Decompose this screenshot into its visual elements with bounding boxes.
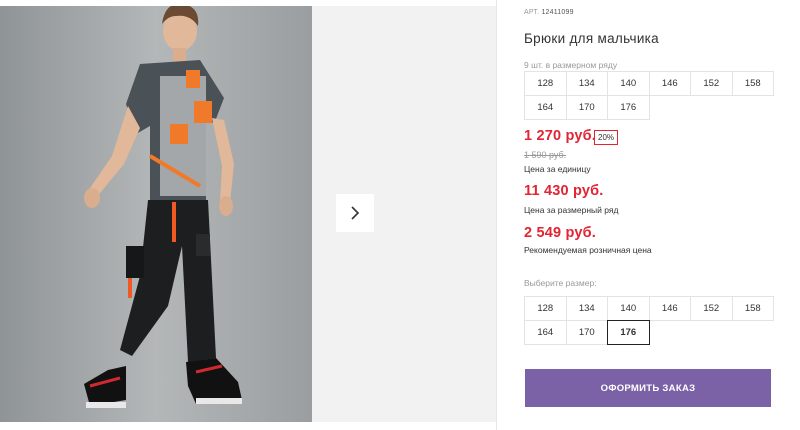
- retail-price-label: Рекомендуемая розничная цена: [524, 245, 652, 255]
- choose-size-label: Выберите размер:: [524, 278, 597, 288]
- pack-size-grid: 128 134 140 146 152 158 164 170 176: [524, 71, 774, 120]
- panel-divider: [496, 0, 497, 430]
- size-option[interactable]: 128: [524, 296, 567, 321]
- unit-price: 1 270 руб.: [524, 128, 597, 144]
- discount-badge: 20%: [594, 130, 619, 145]
- size-option[interactable]: 140: [607, 296, 650, 321]
- gallery-next-button[interactable]: [336, 194, 374, 232]
- pack-size-cell: 176: [607, 95, 650, 120]
- pack-size-cell: 140: [607, 71, 650, 96]
- size-option[interactable]: 134: [565, 296, 608, 321]
- retail-price: 2 549 руб.: [524, 225, 597, 241]
- pack-size-note: 9 шт. в размерном ряду: [524, 60, 618, 70]
- article-label: АРТ.: [524, 9, 540, 16]
- pack-size-cell: 158: [731, 71, 774, 96]
- pack-price-label: Цена за размерный ряд: [524, 205, 619, 215]
- pack-size-cell: 164: [524, 95, 567, 120]
- size-picker: 128 134 140 146 152 158 164 170 176: [524, 296, 774, 345]
- product-photo: [0, 6, 312, 422]
- size-option[interactable]: 152: [690, 296, 733, 321]
- size-option[interactable]: 164: [524, 320, 567, 345]
- chevron-right-icon: [351, 206, 360, 220]
- pack-size-cell: 152: [690, 71, 733, 96]
- size-option[interactable]: 176: [607, 320, 650, 345]
- old-price: 1 590 руб.: [524, 150, 567, 160]
- pack-price: 11 430 руб.: [524, 183, 604, 199]
- unit-price-label: Цена за единицу: [524, 164, 591, 174]
- pack-size-cell: 146: [648, 71, 691, 96]
- article-number: АРТ. 12411099: [524, 9, 574, 16]
- size-option[interactable]: 158: [731, 296, 774, 321]
- pack-size-cell: 134: [565, 71, 608, 96]
- order-button[interactable]: ОФОРМИТЬ ЗАКАЗ: [525, 369, 771, 407]
- article-value: 12411099: [541, 9, 574, 16]
- pack-size-cell: 128: [524, 71, 567, 96]
- pack-size-cell: 170: [565, 95, 608, 120]
- size-option[interactable]: 170: [565, 320, 608, 345]
- product-title: Брюки для мальчика: [524, 31, 659, 46]
- size-option[interactable]: 146: [648, 296, 691, 321]
